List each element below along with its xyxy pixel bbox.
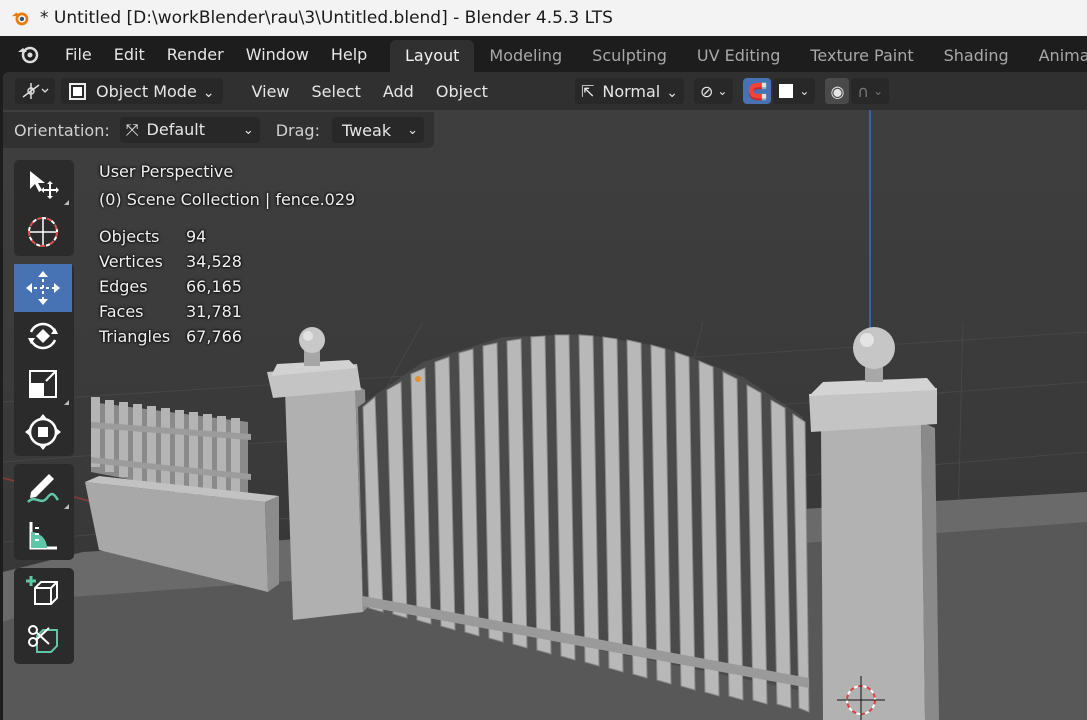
- stat-label: Vertices: [99, 252, 163, 271]
- tool-scale[interactable]: [14, 360, 72, 408]
- snap-increment-icon: [779, 84, 794, 98]
- scale-cage-icon: [28, 625, 58, 653]
- stat-label: Objects: [99, 227, 160, 246]
- stat-label: Edges: [99, 277, 148, 296]
- blender-menu-icon[interactable]: [16, 42, 40, 66]
- menu-help[interactable]: Help: [320, 45, 378, 64]
- blender-logo-icon: [11, 12, 29, 26]
- menu-edit[interactable]: Edit: [103, 45, 156, 64]
- stat-value: 31,781: [186, 302, 242, 321]
- object-origin-dot: [415, 376, 421, 382]
- transform-icon: [25, 414, 61, 450]
- tab-texture-paint[interactable]: Texture Paint: [795, 40, 928, 72]
- tab-shading[interactable]: Shading: [929, 40, 1024, 72]
- rotate-icon: [28, 322, 58, 350]
- snap-magnet-icon: 🧲: [747, 81, 768, 101]
- add-cube-icon: [26, 576, 58, 605]
- falloff-curve-icon: ∩: [857, 81, 870, 101]
- tab-animation[interactable]: Animation: [1024, 40, 1087, 72]
- transform-orientation-label: Normal: [602, 82, 678, 101]
- transform-orientation-dropdown[interactable]: ⇱ Normal: [574, 78, 684, 104]
- proportional-falloff-dropdown[interactable]: ∩ ⌄: [851, 78, 890, 104]
- header-menu-object[interactable]: Object: [425, 82, 499, 101]
- object-mode-icon: [69, 82, 86, 100]
- stat-value: 34,528: [186, 252, 242, 271]
- workspace-tabs: Layout Modeling Sculpting UV Editing Tex…: [390, 40, 1087, 72]
- pivot-point-dropdown[interactable]: ⊘ ⌄: [693, 78, 734, 104]
- scale-icon: [29, 370, 57, 398]
- view-name: User Perspective: [99, 162, 234, 181]
- menu-render[interactable]: Render: [156, 45, 235, 64]
- stat-label: Faces: [99, 302, 144, 321]
- stat-value: 94: [186, 227, 207, 246]
- snap-toggle[interactable]: 🧲: [743, 78, 772, 104]
- window-title: * Untitled [D:\workBlender\rau\3\Untitle…: [40, 8, 613, 28]
- drag-dropdown[interactable]: Tweak ⌄: [331, 117, 424, 143]
- annotate-icon: [27, 474, 60, 503]
- tool-rotate[interactable]: [14, 312, 72, 360]
- move-icon: [26, 271, 60, 305]
- tool-settings-bar: Orientation: ⤧ Default ⌄ Drag: Tweak ⌄: [3, 112, 434, 148]
- tool-annotate[interactable]: [14, 464, 72, 512]
- orientation-dropdown[interactable]: ⤧ Default ⌄: [119, 117, 260, 143]
- menu-file[interactable]: File: [54, 45, 103, 64]
- window-titlebar: * Untitled [D:\workBlender\rau\3\Untitle…: [0, 0, 1087, 36]
- active-collection: (0) Scene Collection | fence.029: [99, 190, 356, 209]
- tool-transform[interactable]: [14, 408, 72, 456]
- cursor-icon: [28, 217, 58, 247]
- tool-add-cube[interactable]: [14, 568, 72, 616]
- orientation-normal-icon: ⇱: [580, 81, 595, 101]
- measure-icon: [29, 522, 57, 550]
- snap-target-dropdown[interactable]: ⌄: [773, 78, 816, 104]
- tab-modeling[interactable]: Modeling: [474, 40, 577, 72]
- drag-value: Tweak: [341, 120, 392, 140]
- stat-label: Triangles: [99, 327, 171, 346]
- mode-label: Object Mode: [96, 82, 215, 101]
- viewport-info-overlay: User Perspective (0) Scene Collection | …: [99, 162, 355, 346]
- 3d-viewport-editor-icon: [22, 83, 49, 99]
- tab-layout[interactable]: Layout: [390, 40, 475, 72]
- header-menu-view[interactable]: View: [241, 82, 301, 101]
- proportional-editing-icon: ◉: [830, 81, 845, 101]
- menu-window[interactable]: Window: [235, 45, 320, 64]
- orientation-value: Default: [146, 120, 205, 139]
- header-menu-select[interactable]: Select: [301, 82, 372, 101]
- viewport-header: Object Mode View Select Add Object ⇱ Nor…: [3, 72, 1087, 110]
- tool-move[interactable]: [14, 264, 72, 312]
- tab-uv-editing[interactable]: UV Editing: [682, 40, 795, 72]
- mode-dropdown[interactable]: Object Mode: [61, 78, 223, 104]
- select-box-icon: [30, 171, 59, 199]
- tool-measure[interactable]: [14, 512, 72, 560]
- proportional-editing-toggle[interactable]: ◉: [825, 78, 850, 104]
- stat-value: 67,766: [186, 327, 242, 346]
- editor-type-button[interactable]: [15, 78, 55, 104]
- gizmo-axes-icon: ⤧: [125, 120, 139, 139]
- stat-value: 66,165: [186, 277, 242, 296]
- tool-cursor[interactable]: [14, 208, 72, 256]
- tool-select-box[interactable]: [14, 160, 72, 208]
- pivot-point-icon: ⊘: [699, 81, 714, 101]
- tool-shelf: [14, 160, 74, 672]
- scene-statistics: Objects 94 Vertices 34,528 Edges 66,165 …: [99, 227, 355, 346]
- tab-sculpting[interactable]: Sculpting: [577, 40, 682, 72]
- right-pillar: [809, 327, 939, 720]
- tool-scale-cage[interactable]: [14, 616, 72, 664]
- header-menu-add[interactable]: Add: [372, 82, 425, 101]
- orientation-label: Orientation:: [14, 120, 110, 140]
- drag-label: Drag:: [275, 120, 320, 140]
